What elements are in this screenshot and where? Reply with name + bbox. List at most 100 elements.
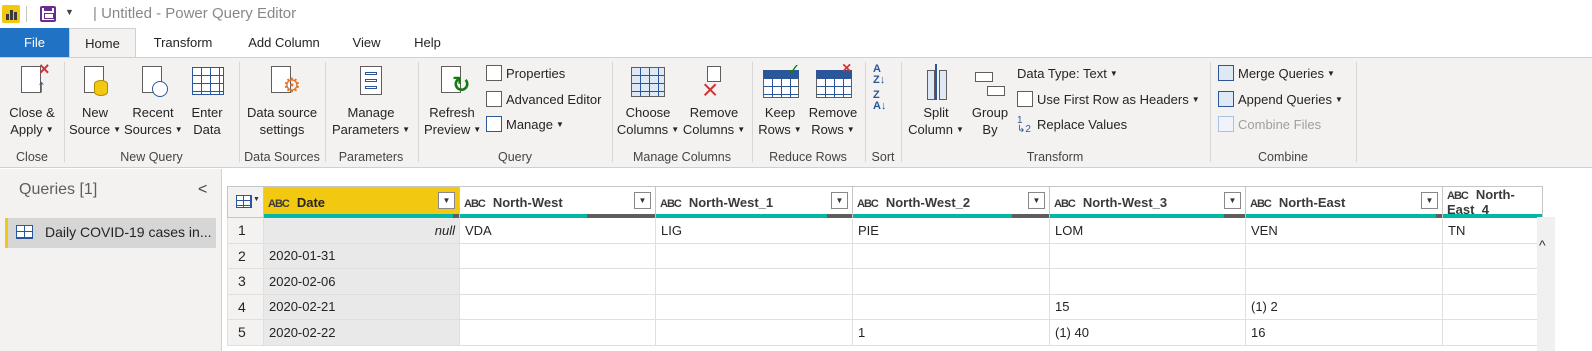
table-cell[interactable] [459,293,656,320]
row-number[interactable]: 5 [227,319,264,346]
table-cell[interactable]: null [263,217,460,244]
text-type-icon[interactable]: ABC [1054,198,1076,210]
filter-dropdown-icon[interactable]: ▼ [634,192,651,209]
replace-values-button[interactable]: 1 ↳2 Replace Values [1017,115,1127,135]
manage-query-button[interactable]: Manage ▼ [486,115,564,135]
text-type-icon[interactable]: ABC [1250,198,1272,210]
advanced-editor-button[interactable]: Advanced Editor [486,90,601,110]
table-cell[interactable] [1442,268,1543,295]
column-header[interactable]: ABC North-East ▼ [1245,186,1443,218]
recent-sources-button[interactable]: Recent Sources ▼ [124,64,183,138]
query-item[interactable]: Daily COVID-19 cases in... [5,218,216,248]
table-cell[interactable] [655,268,853,295]
table-cell[interactable] [1442,242,1543,269]
vertical-scrollbar[interactable]: ^ [1537,217,1555,351]
table-cell[interactable]: 15 [1049,293,1246,320]
table-cell[interactable]: 2020-02-06 [263,268,460,295]
text-type-icon[interactable]: ABC [268,198,290,210]
table-cell[interactable]: TN [1442,217,1543,244]
refresh-preview-button[interactable]: ↻ Refresh Preview ▼ [424,64,481,138]
tab-view[interactable]: View [344,28,389,57]
filter-dropdown-icon[interactable]: ▼ [438,192,455,209]
table-cell[interactable] [1245,242,1443,269]
choose-columns-button[interactable]: Choose Columns ▼ [616,64,680,138]
text-type-icon[interactable]: ABC [857,198,879,210]
remove-rows-button[interactable]: × Remove Rows ▼ [806,60,860,138]
column-header[interactable]: ABC North-West_3 ▼ [1049,186,1246,218]
merge-queries-button[interactable]: Merge Queries ▼ [1218,64,1335,84]
tab-home[interactable]: Home [69,28,136,58]
enter-data-button[interactable]: Enter Data [186,64,228,138]
table-cell[interactable]: 2020-02-22 [263,319,460,346]
table-cell[interactable] [852,242,1050,269]
table-cell[interactable] [459,242,656,269]
table-cell[interactable] [459,268,656,295]
table-cell[interactable] [852,293,1050,320]
use-first-row-headers-button[interactable]: Use First Row as Headers ▼ [1017,90,1200,110]
table-cell[interactable] [852,268,1050,295]
text-type-icon[interactable]: ABC [464,198,486,210]
table-cell[interactable]: 2020-02-21 [263,293,460,320]
column-header[interactable]: ABC North-West ▼ [459,186,656,218]
table-cell[interactable] [655,293,853,320]
table-cell[interactable] [1442,293,1543,320]
table-cell[interactable]: 16 [1245,319,1443,346]
table-cell[interactable]: (1) 40 [1049,319,1246,346]
table-cell[interactable]: 1 [852,319,1050,346]
table-cell[interactable] [1049,242,1246,269]
table-cell[interactable] [459,319,656,346]
append-queries-button[interactable]: Append Queries ▼ [1218,90,1343,110]
column-header[interactable]: ABC North-West_2 ▼ [852,186,1050,218]
tab-transform[interactable]: Transform [145,28,221,57]
remove-columns-button[interactable]: × Remove Columns ▼ [682,64,746,138]
row-number[interactable]: 1 [227,217,264,244]
combine-files-button[interactable]: Combine Files [1218,115,1321,135]
tab-help[interactable]: Help [405,28,450,57]
save-icon[interactable] [40,6,56,22]
title-bar: ▼ | Untitled - Power Query Editor [0,0,1592,28]
data-type-dropdown[interactable]: Data Type: Text ▼ [1017,64,1118,84]
table-menu-button[interactable]: ▼ [227,186,264,218]
append-queries-icon [1218,91,1234,107]
manage-parameters-button[interactable]: Manage Parameters ▼ [330,64,412,138]
collapse-pane-icon[interactable]: < [198,181,207,199]
table-cell[interactable]: (1) 2 [1245,293,1443,320]
group-by-button[interactable]: Group By [968,64,1012,138]
row-number[interactable]: 4 [227,293,264,320]
table-cell[interactable]: LIG [655,217,853,244]
sort-descending-icon[interactable]: Z A↓ [873,90,886,112]
table-cell[interactable]: VEN [1245,217,1443,244]
table-cell[interactable]: LOM [1049,217,1246,244]
table-cell[interactable] [1049,268,1246,295]
column-header[interactable]: ABC Date ▼ [263,186,460,218]
quick-access-dropdown-icon[interactable]: ▼ [65,7,74,17]
scroll-up-icon[interactable]: ^ [1539,237,1546,253]
filter-dropdown-icon[interactable]: ▼ [831,192,848,209]
table-cell[interactable]: VDA [459,217,656,244]
column-header[interactable]: ABC North-East_4 [1442,186,1543,218]
table-cell[interactable]: PIE [852,217,1050,244]
filter-dropdown-icon[interactable]: ▼ [1028,192,1045,209]
filter-dropdown-icon[interactable]: ▼ [1224,192,1241,209]
filter-dropdown-icon[interactable]: ▼ [1421,192,1438,209]
data-source-settings-button[interactable]: ⚙ Data source settings [244,64,320,138]
table-cell[interactable] [655,319,853,346]
column-header[interactable]: ABC North-West_1 ▼ [655,186,853,218]
row-number[interactable]: 2 [227,242,264,269]
tab-add-column[interactable]: Add Column [238,28,330,57]
table-cell[interactable]: 2020-01-31 [263,242,460,269]
text-type-icon[interactable]: ABC [660,198,682,210]
close-apply-button[interactable]: × ↑ Close & Apply ▼ [4,60,60,138]
sort-ascending-icon[interactable]: A Z↓ [873,64,885,86]
properties-button[interactable]: Properties [486,64,565,84]
new-source-button[interactable]: New Source ▼ [68,64,122,138]
tab-file[interactable]: File [0,28,69,57]
table-cell[interactable] [655,242,853,269]
column-quality-bar [264,214,459,218]
text-type-icon[interactable]: ABC [1447,190,1469,202]
table-cell[interactable] [1245,268,1443,295]
row-number[interactable]: 3 [227,268,264,295]
table-cell[interactable] [1442,319,1543,346]
split-column-button[interactable]: Split Column ▼ [905,64,967,138]
keep-rows-button[interactable]: ✓ Keep Rows ▼ [756,62,804,138]
